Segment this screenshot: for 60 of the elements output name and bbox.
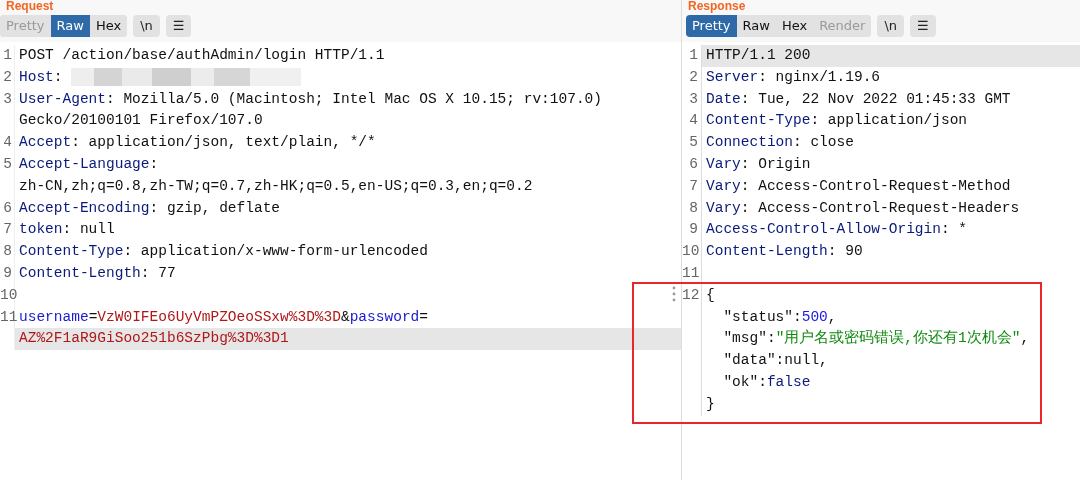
line-number: 10 [0, 284, 15, 307]
line-number: 3 [682, 88, 702, 111]
line-number: 4 [682, 110, 702, 133]
newline-toggle-button[interactable]: \n [133, 15, 160, 37]
line-number: 2 [682, 66, 702, 89]
drag-handle-icon[interactable] [672, 285, 676, 302]
code-line: Content-Length: 90 [705, 242, 864, 262]
line-number: 12 [682, 284, 702, 416]
code-line: Gecko/20100101 Firefox/107.0 [18, 111, 264, 131]
line-number: 1 [0, 45, 15, 67]
code-line: Accept-Language: [18, 155, 160, 174]
code-line: Date: Tue, 22 Nov 2022 01:45:33 GMT [705, 89, 1012, 109]
newline-toggle-button[interactable]: \n [877, 15, 905, 37]
code-line: Vary: Access-Control-Request-Headers [705, 198, 1021, 218]
code-line: "status":500, [722, 307, 838, 327]
line-number: 5 [682, 132, 702, 154]
code-line: "ok":false [722, 372, 812, 392]
menu-button[interactable]: ☰ [165, 15, 192, 37]
code-line: zh-CN,zh;q=0.8,zh-TW;q=0.7,zh-HK;q=0.5,en-US;q=0.3,en;q=0.2 [18, 176, 534, 196]
code-line: "msg":"用户名或密码错误,你还有1次机会", [722, 328, 1031, 349]
code-line: Content-Type: application/json [705, 111, 969, 131]
code-line: Vary: Access-Control-Request-Method [705, 176, 1012, 196]
panel-title: Request [0, 0, 681, 13]
code-line: Connection: close [705, 133, 855, 153]
line-number: 8 [0, 241, 15, 263]
line-number: 7 [682, 175, 702, 198]
code-line: User-Agent: Mozilla/5.0 (Macintosh; Intel Mac OS X 10.15; rv:107.0) [18, 89, 603, 109]
view-tab[interactable]: Hex [775, 15, 814, 37]
code-line: "data":null, [722, 351, 829, 371]
line-number: 6 [0, 197, 15, 220]
code-line: Content-Type: application/x-www-form-urlencoded [18, 242, 429, 262]
code-line: Accept: application/json, text/plain, */* [18, 133, 377, 153]
code-line: Content-Length: 77 [18, 263, 177, 283]
view-tab[interactable]: Hex [89, 15, 128, 37]
line-number: 3 [0, 88, 15, 133]
panel-title: Response [682, 0, 1080, 13]
line-number: 10 [682, 241, 702, 263]
code-line: } [705, 394, 716, 414]
line-number: 9 [682, 219, 702, 242]
line-number: 4 [0, 132, 15, 154]
line-number: 8 [682, 197, 702, 220]
code-line: token: null [18, 220, 116, 240]
code-line: username=VzW0IFEo6UyVmPZOeoSSxw%3D%3D&password= [18, 307, 429, 327]
line-number: 11 [682, 262, 702, 285]
menu-button[interactable]: ☰ [910, 15, 936, 37]
view-tab[interactable]: Raw [736, 15, 776, 37]
code-line: Accept-Encoding: gzip, deflate [18, 198, 282, 218]
code-line: POST /action/base/authAdmin/login HTTP/1.1 [18, 46, 386, 65]
code-line: Vary: Origin [705, 155, 812, 174]
view-tab[interactable]: Raw [50, 15, 90, 37]
line-number: 7 [0, 219, 15, 242]
code-line: Host: [15, 66, 681, 89]
view-tab[interactable]: Pretty [686, 15, 737, 37]
code-line: { [705, 285, 716, 305]
line-number: 6 [682, 154, 702, 176]
line-number: 9 [0, 262, 15, 285]
line-number: 2 [0, 66, 15, 89]
line-number: 5 [0, 154, 15, 198]
code-line: Server: nginx/1.19.6 [705, 67, 882, 87]
code-line: Access-Control-Allow-Origin: * [705, 220, 969, 240]
